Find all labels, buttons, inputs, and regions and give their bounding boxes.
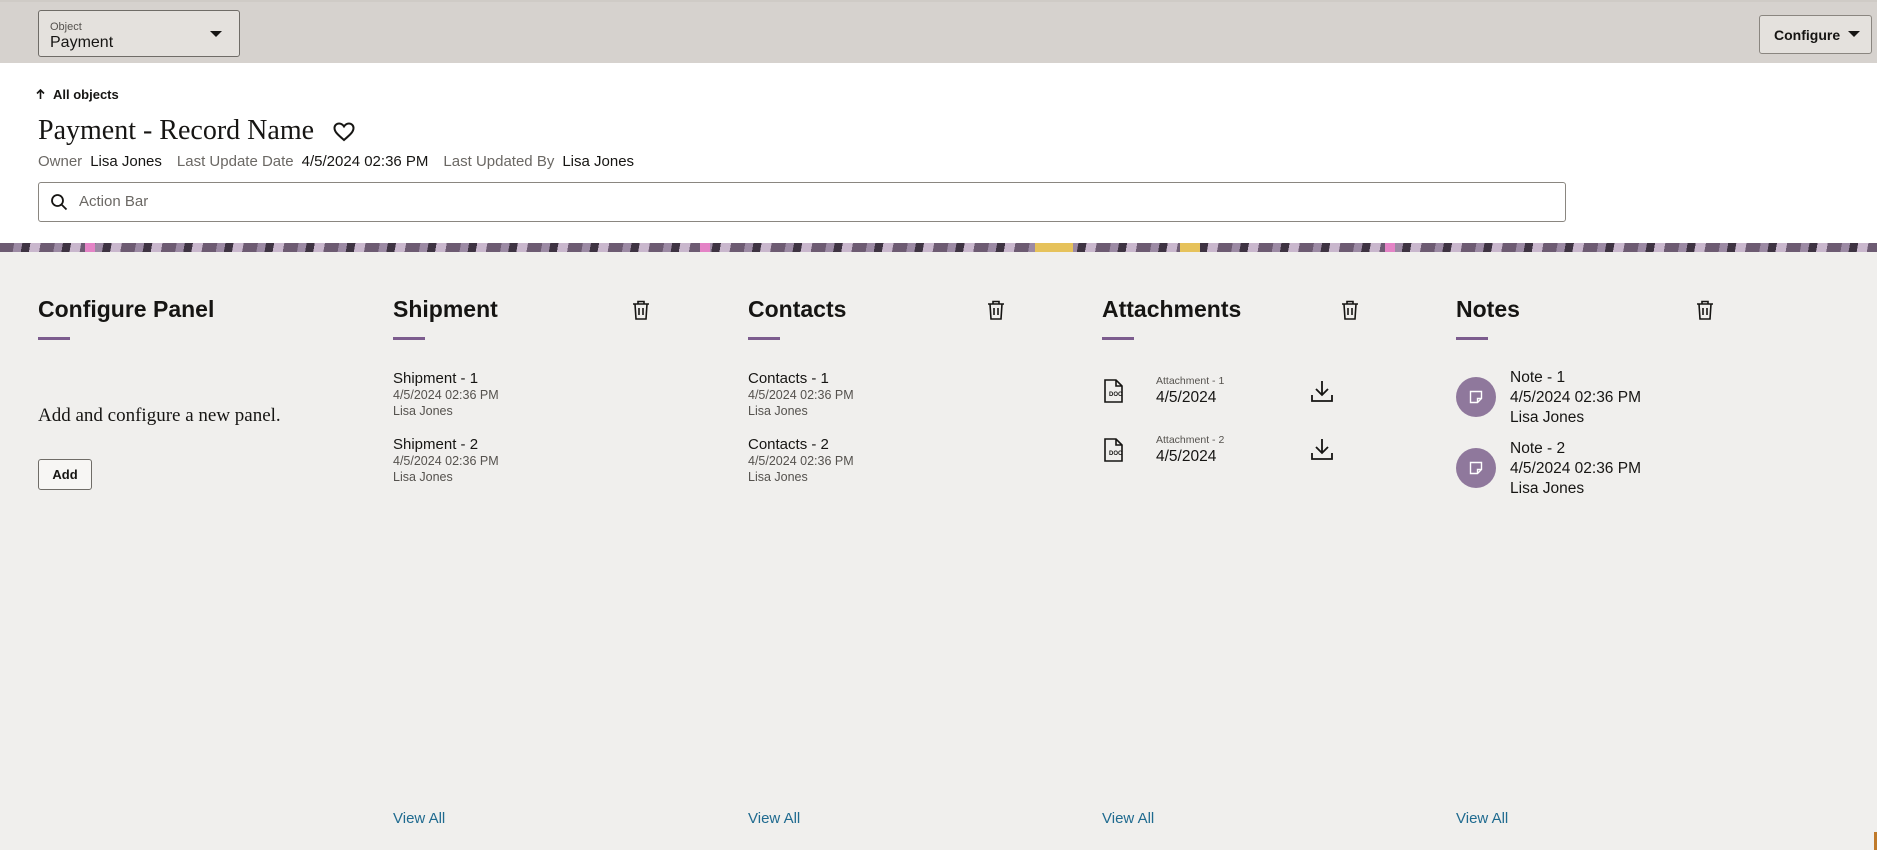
contacts-view-all-link[interactable]: View All [748,810,800,827]
note-item[interactable]: Note - 2 4/5/2024 02:36 PM Lisa Jones [1510,439,1641,499]
note-avatar [1456,377,1496,417]
add-button[interactable]: Add [38,459,92,490]
note-date: 4/5/2024 02:36 PM [1510,389,1641,406]
action-bar-placeholder: Action Bar [79,193,149,210]
attachment-date: 4/5/2024 [1156,448,1217,465]
chevron-down-icon [210,31,222,37]
attachment-name: Attachment - 2 [1156,434,1225,446]
panel-underline [38,337,70,340]
trash-icon[interactable] [1696,300,1714,320]
note-item[interactable]: Note - 1 4/5/2024 02:36 PM Lisa Jones [1510,368,1641,428]
note-avatar [1456,448,1496,488]
doc-file-icon: DOC [1104,379,1123,403]
item-date: 4/5/2024 02:36 PM [748,388,854,402]
item-user: Lisa Jones [393,470,453,484]
object-select-label: Object [50,21,82,33]
item-name: Contacts - 1 [748,370,829,387]
attachment-name: Attachment - 1 [1156,375,1225,387]
last-updated-by-value: Lisa Jones [562,153,635,170]
attachment-item[interactable]: Attachment - 2 4/5/2024 [1156,434,1224,466]
arrow-up-icon [36,89,45,99]
all-objects-label: All objects [53,87,119,102]
attachment-date: 4/5/2024 [1156,389,1217,406]
top-bar: Object Payment Configure [0,0,1877,63]
all-objects-link[interactable]: All objects [36,87,119,102]
note-date: 4/5/2024 02:36 PM [1510,460,1641,477]
item-user: Lisa Jones [748,404,808,418]
configure-panel-text: Add and configure a new panel. [38,405,281,426]
item-name: Shipment - 2 [393,436,479,453]
item-date: 4/5/2024 02:36 PM [393,454,499,468]
note-icon [1469,390,1483,404]
object-select-value: Payment [50,34,114,51]
panel-title: Contacts [748,296,847,322]
list-item[interactable]: Shipment - 1 4/5/2024 02:36 PM Lisa Jone… [393,370,499,419]
heart-icon[interactable] [333,122,355,142]
configure-button[interactable]: Configure [1759,15,1872,54]
item-name: Shipment - 1 [393,370,479,387]
search-icon [51,194,68,211]
attachments-view-all-link[interactable]: View All [1102,810,1154,827]
shipment-panel: Shipment [393,296,498,340]
owner-value: Lisa Jones [90,153,162,170]
panel-title: Configure Panel [38,296,215,322]
decorative-banner [0,243,1877,252]
note-name: Note - 2 [1510,440,1566,457]
list-item[interactable]: Shipment - 2 4/5/2024 02:36 PM Lisa Jone… [393,436,499,485]
panel-title: Notes [1456,296,1520,322]
object-select[interactable]: Object Payment [38,10,240,57]
configure-panel: Configure Panel [38,296,215,340]
download-icon[interactable] [1311,380,1333,402]
notes-view-all-link[interactable]: View All [1456,810,1508,827]
note-user: Lisa Jones [1510,480,1585,497]
item-name: Contacts - 2 [748,436,829,453]
attachments-panel: Attachments [1102,296,1242,340]
item-date: 4/5/2024 02:36 PM [393,388,499,402]
note-icon [1469,461,1483,475]
item-date: 4/5/2024 02:36 PM [748,454,854,468]
panel-underline [748,337,780,340]
record-header: All objects Payment - Record Name Owner … [0,63,1877,243]
last-update-value: 4/5/2024 02:36 PM [301,153,429,170]
trash-icon[interactable] [987,300,1005,320]
shipment-view-all-link[interactable]: View All [393,810,445,827]
panel-underline [393,337,425,340]
svg-text:DOC: DOC [1109,392,1123,398]
note-user: Lisa Jones [1510,409,1585,426]
note-name: Note - 1 [1510,369,1566,386]
last-update-label: Last Update Date [176,153,294,170]
item-user: Lisa Jones [748,470,808,484]
owner-label: Owner [38,153,83,170]
action-bar-input[interactable]: Action Bar [38,182,1566,222]
doc-file-icon: DOC [1104,438,1123,462]
last-updated-by-label: Last Updated By [443,153,555,170]
contacts-panel: Contacts [748,296,847,340]
panel-underline [1456,337,1488,340]
configure-button-label: Configure [1774,27,1841,43]
trash-icon[interactable] [1341,300,1359,320]
list-item[interactable]: Contacts - 1 4/5/2024 02:36 PM Lisa Jone… [748,370,854,419]
panel-underline [1102,337,1134,340]
chevron-down-icon [1848,31,1860,37]
download-icon[interactable] [1311,438,1333,460]
page-title: Payment - Record Name [38,115,315,146]
trash-icon[interactable] [632,300,650,320]
panel-title: Shipment [393,296,498,322]
list-item[interactable]: Contacts - 2 4/5/2024 02:36 PM Lisa Jone… [748,436,854,485]
record-meta: Owner Lisa Jones Last Update Date 4/5/20… [38,153,649,170]
notes-panel: Notes [1456,296,1520,340]
item-user: Lisa Jones [393,404,453,418]
panel-title: Attachments [1102,296,1242,322]
svg-text:DOC: DOC [1109,451,1123,457]
attachment-item[interactable]: Attachment - 1 4/5/2024 [1156,375,1224,407]
